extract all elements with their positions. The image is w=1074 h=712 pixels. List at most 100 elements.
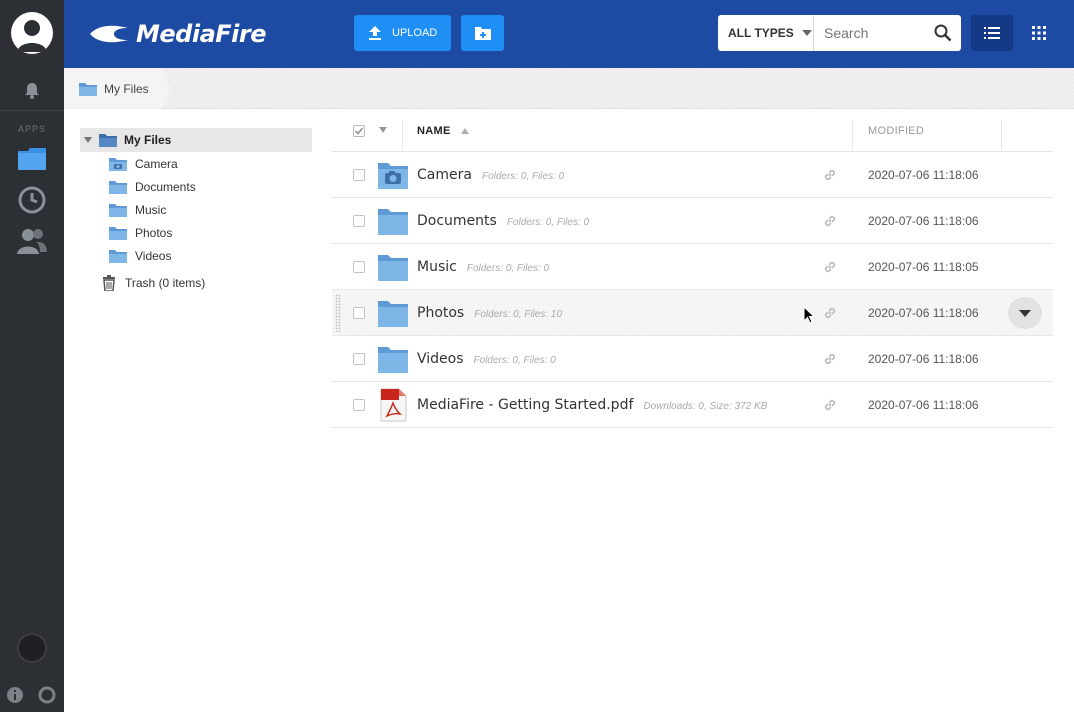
row-checkbox[interactable] [353, 215, 365, 227]
file-meta: Folders: 0, Files: 0 [473, 355, 556, 366]
table-row[interactable]: Camera Folders: 0, Files: 0 2020-07-06 1… [332, 152, 1053, 198]
folder-icon [109, 180, 127, 194]
table-row[interactable]: Documents Folders: 0, Files: 0 2020-07-0… [332, 198, 1053, 244]
row-checkbox[interactable] [353, 169, 365, 181]
share-link-icon[interactable] [823, 306, 837, 320]
avatar-icon[interactable] [11, 12, 53, 54]
table-row[interactable]: Photos Folders: 0, Files: 10 2020-07-06 … [332, 290, 1053, 336]
modified-date: 2020-07-06 11:18:06 [868, 352, 979, 366]
column-divider [852, 120, 853, 150]
breadcrumb-label: My Files [104, 81, 149, 96]
modified-date: 2020-07-06 11:18:06 [868, 168, 979, 182]
grid-view-icon[interactable] [1019, 15, 1059, 51]
tree-item-label: Videos [135, 248, 172, 263]
file-name[interactable]: MediaFire - Getting Started.pdf Download… [417, 397, 767, 413]
row-checkbox[interactable] [353, 261, 365, 273]
file-name-text: Videos [417, 351, 464, 367]
new-folder-button[interactable] [461, 15, 504, 51]
table-row[interactable]: MediaFire - Getting Started.pdf Download… [332, 382, 1053, 428]
upload-button[interactable]: UPLOAD [354, 15, 451, 51]
modified-date: 2020-07-06 11:18:06 [868, 398, 979, 412]
top-bar: MediaFire UPLOAD ALL TYPES [64, 0, 1074, 68]
select-all-checkbox[interactable] [353, 125, 365, 137]
file-meta: Downloads: 0, Size: 372 KB [643, 401, 768, 412]
folder-icon[interactable] [16, 143, 48, 175]
file-meta: Folders: 0, Files: 0 [481, 171, 565, 182]
column-divider [402, 120, 403, 150]
file-name[interactable]: Documents Folders: 0, Files: 0 [417, 213, 589, 229]
new-folder-icon [474, 27, 491, 40]
trash-icon [103, 275, 115, 291]
file-name-text: Camera [417, 167, 472, 183]
column-modified-header[interactable]: MODIFIED [868, 125, 924, 137]
share-link-icon[interactable] [823, 168, 837, 182]
row-checkbox[interactable] [353, 307, 365, 319]
app-rail: APPS [0, 0, 64, 712]
tree-root-my-files[interactable]: My Files [80, 128, 312, 152]
share-link-icon[interactable] [823, 214, 837, 228]
folder-icon [378, 347, 408, 373]
file-name[interactable]: Music Folders: 0, Files: 0 [417, 259, 549, 275]
table-row[interactable]: Music Folders: 0, Files: 0 2020-07-06 11… [332, 244, 1053, 290]
tree-item-label: Music [135, 202, 167, 217]
row-options-button[interactable] [1008, 297, 1042, 329]
tree-item-trash[interactable]: Trash (0 items) [80, 268, 312, 298]
apps-label: APPS [17, 124, 46, 134]
clock-icon[interactable] [16, 184, 48, 216]
list-view-icon[interactable] [971, 15, 1013, 51]
tree-item-documents[interactable]: Documents [80, 175, 312, 198]
file-name-text: Music [417, 259, 457, 275]
breadcrumb-my-files[interactable]: My Files [64, 68, 171, 109]
tree-item-camera[interactable]: Camera [80, 152, 312, 175]
row-checkbox[interactable] [353, 353, 365, 365]
share-link-icon[interactable] [823, 352, 837, 366]
logo-text: MediaFire [136, 20, 267, 48]
row-checkbox[interactable] [353, 399, 365, 411]
modified-date: 2020-07-06 11:18:05 [868, 260, 979, 274]
select-menu-caret-icon[interactable] [379, 127, 387, 133]
folder-icon [109, 226, 127, 240]
mediafire-logo[interactable]: MediaFire [88, 17, 267, 51]
file-name[interactable]: Camera Folders: 0, Files: 0 [417, 167, 564, 183]
table-row[interactable]: Videos Folders: 0, Files: 0 2020-07-06 1… [332, 336, 1053, 382]
mouse-cursor-icon [803, 306, 815, 324]
share-link-icon[interactable] [823, 398, 837, 412]
tree-root-label: My Files [124, 133, 172, 147]
info-icon[interactable] [6, 686, 24, 704]
drag-handle[interactable] [335, 294, 341, 332]
modified-date: 2020-07-06 11:18:06 [868, 306, 979, 320]
tree-item-music[interactable]: Music [80, 198, 312, 221]
column-name-label: NAME [417, 125, 451, 137]
folder-icon [378, 301, 408, 327]
help-icon[interactable] [38, 686, 56, 704]
camera-folder-icon [109, 157, 127, 171]
tree-item-label: Camera [135, 156, 178, 171]
search-icon[interactable] [925, 15, 961, 51]
chevron-down-icon [1019, 309, 1031, 317]
type-filter-label: ALL TYPES [728, 26, 794, 40]
file-name[interactable]: Photos Folders: 0, Files: 10 [417, 305, 562, 321]
tree-item-label: Documents [135, 179, 196, 194]
upload-label: UPLOAD [392, 27, 438, 39]
share-link-icon[interactable] [823, 260, 837, 274]
modified-date: 2020-07-06 11:18:06 [868, 214, 979, 228]
folder-icon [78, 81, 98, 97]
search-input[interactable] [814, 15, 925, 51]
breadcrumb: My Files [64, 68, 1074, 109]
file-name-text: Documents [417, 213, 497, 229]
contacts-icon[interactable] [16, 224, 48, 256]
expand-caret-icon[interactable] [84, 137, 92, 143]
tree-item-photos[interactable]: Photos [80, 221, 312, 244]
trash-label: Trash (0 items) [125, 276, 206, 290]
sort-ascending-icon [460, 128, 469, 134]
file-name[interactable]: Videos Folders: 0, Files: 0 [417, 351, 556, 367]
file-meta: Folders: 0, Files: 10 [474, 309, 563, 320]
power-icon[interactable] [17, 633, 47, 663]
folder-icon [109, 249, 127, 263]
tree-item-videos[interactable]: Videos [80, 244, 312, 267]
bell-icon[interactable] [22, 80, 42, 100]
file-list: NAME MODIFIED Camera Folders: 0, Files: … [332, 110, 1053, 428]
folder-icon [99, 134, 117, 147]
column-name-header[interactable]: NAME [417, 125, 469, 137]
type-filter-select[interactable]: ALL TYPES [718, 15, 814, 51]
